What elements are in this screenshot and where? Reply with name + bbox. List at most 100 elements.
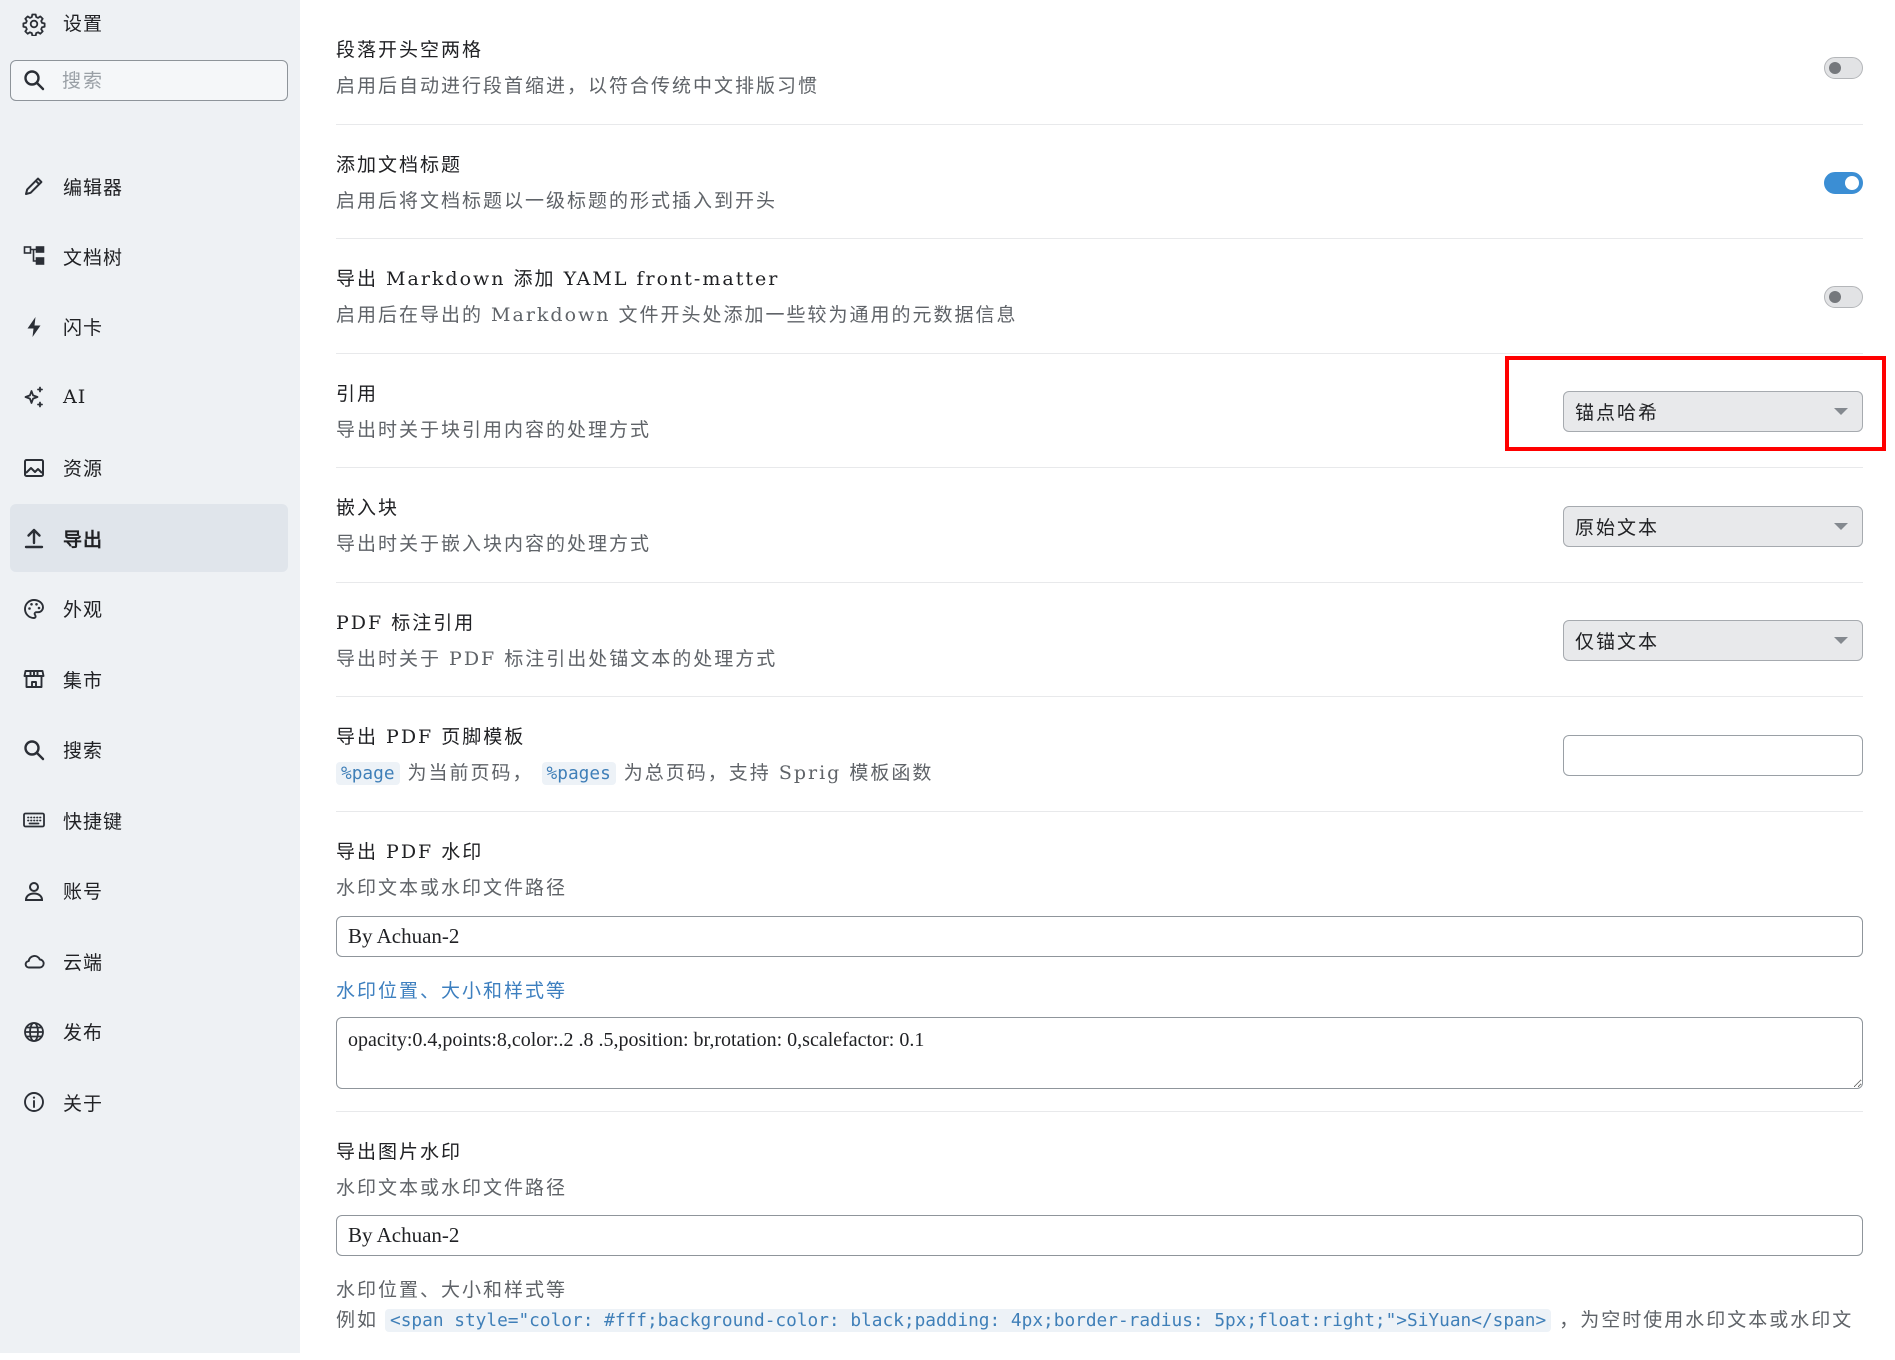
settings-nav: 编辑器 文档树 闪卡 AI 资源 导出 外观 集市 搜索 快捷键 账号 云端 发… [10,152,288,1136]
user-icon [24,881,44,901]
sidebar-item-label: 发布 [63,1022,104,1045]
pdf-watermark-input[interactable] [336,915,1863,957]
setting-title: 导出 PDF 水印 [336,840,484,863]
sparkles-icon [24,387,43,408]
setting-description: 启用后自动进行段首缩进，以符合传统中文排版习惯 [336,75,820,97]
image-icon [24,458,44,477]
sidebar-item-label: 云端 [63,951,104,974]
pencil-icon [25,177,43,195]
chevron-down-icon [1834,408,1848,415]
select-value: 锚点哈希 [1575,402,1660,424]
sidebar-item-label: 编辑器 [63,176,124,199]
sidebar-item-flashcard[interactable]: 闪卡 [10,293,288,361]
setting-description: 导出时关于 PDF 标注引出处锚文本的处理方式 [336,647,778,670]
setting-yaml-front-matter: 导出 Markdown 添加 YAML front-matter 启用后在导出的… [336,239,1863,354]
setting-title: 导出 PDF 页脚模板 [336,726,526,748]
setting-description: %page 为当前页码， %pages 为总页码，支持 Sprig 模板函数 [336,760,933,786]
upload-icon [24,529,44,549]
sidebar-item-label: 外观 [63,599,104,622]
sidebar-item-label: 资源 [63,458,104,481]
image-watermark-input[interactable] [336,1214,1863,1256]
setting-title: 嵌入块 [336,497,400,519]
pdf-annotation-ref-select[interactable]: 仅锚文本 [1563,620,1863,661]
setting-title: PDF 标注引用 [336,611,476,634]
setting-description: 导出时关于块引用内容的处理方式 [336,418,652,441]
add-doc-title-toggle[interactable] [1824,171,1863,194]
sidebar-item-doctree[interactable]: 文档树 [10,222,288,290]
sidebar-item-label: 快捷键 [63,810,124,833]
sidebar-item-keymap[interactable]: 快捷键 [10,786,288,854]
setting-title: 引用 [336,382,379,405]
pdf-watermark-options-label[interactable]: 水印位置、大小和样式等 [336,978,1863,1004]
settings-sidebar: 设置 编辑器 文档树 闪卡 AI 资源 导出 [0,0,300,1353]
setting-block-ref: 引用 导出时关于块引用内容的处理方式 锚点哈希 [336,354,1863,468]
export-settings-panel: 段落开头空两格 启用后自动进行段首缩进，以符合传统中文排版习惯 添加文档标题 启… [336,10,1863,1360]
select-value: 原始文本 [1575,516,1660,539]
setting-description: 水印文本或水印文件路径 [336,876,568,899]
setting-text: 引用 导出时关于块引用内容的处理方式 [336,381,651,443]
setting-embed-block: 嵌入块 导出时关于嵌入块内容的处理方式 原始文本 [336,468,1863,583]
setting-add-doc-title: 添加文档标题 启用后将文档标题以一级标题的形式插入到开头 [336,125,1863,239]
setting-description: 启用后将文档标题以一级标题的形式插入到开头 [336,189,778,212]
sidebar-item-account[interactable]: 账号 [10,857,288,925]
sidebar-item-publish[interactable]: 发布 [10,998,288,1066]
setting-pdf-annotation-ref: PDF 标注引用 导出时关于 PDF 标注引出处锚文本的处理方式 仅锚文本 [336,583,1863,697]
setting-text: PDF 标注引用 导出时关于 PDF 标注引出处锚文本的处理方式 [336,610,777,672]
setting-text: 嵌入块 导出时关于嵌入块内容的处理方式 [336,495,651,557]
example-code: <span style="color: #fff;background-colo… [385,1309,1552,1332]
sidebar-item-label: 闪卡 [63,317,104,340]
setting-text: 导出 PDF 页脚模板 %page 为当前页码， %pages 为总页码，支持 Spr… [336,724,933,786]
description-text: 为当前页码， [407,762,534,784]
gear-icon [22,13,46,36]
sidebar-item-editor[interactable]: 编辑器 [10,152,288,220]
search-input[interactable] [11,61,287,100]
pdf-watermark-options-textarea[interactable]: opacity:0.4,points:8,color:.2 .8 .5,posi… [336,1016,1863,1089]
setting-image-watermark: 导出图片水印 水印文本或水印文件路径 水印位置、大小和样式等 例如 <span s… [336,1112,1863,1360]
example-suffix: ，为空时使用水印文本或水印文 [1559,1309,1854,1331]
setting-description: 导出时关于嵌入块内容的处理方式 [336,533,652,555]
setting-text: 导出 Markdown 添加 YAML front-matter 启用后在导出的… [336,266,1018,328]
store-icon [23,670,45,689]
sidebar-item-label: 搜索 [63,740,104,763]
setting-description: 启用后在导出的 Markdown 文件开头处添加一些较为通用的元数据信息 [336,304,1018,326]
cloud-icon [24,955,45,969]
setting-pdf-watermark: 导出 PDF 水印 水印文本或水印文件路径 水印位置、大小和样式等 opacit… [336,812,1863,1112]
sidebar-item-label: 集市 [63,669,104,692]
description-text: 为总页码，支持 Sprig 模板函数 [623,762,934,784]
globe-icon [24,1021,44,1042]
sidebar-item-bazaar[interactable]: 集市 [10,645,288,713]
sidebar-item-about[interactable]: 关于 [10,1068,288,1136]
search-icon [24,740,45,760]
select-value: 仅锚文本 [1575,631,1660,653]
sidebar-item-label: AI [63,386,87,409]
search-box[interactable] [10,60,288,101]
keyboard-icon [23,812,45,828]
block-ref-select[interactable]: 锚点哈希 [1563,391,1863,432]
yaml-front-matter-toggle[interactable] [1824,286,1863,308]
sidebar-item-appearance[interactable]: 外观 [10,575,288,643]
sidebar-item-label: 导出 [63,528,104,551]
image-watermark-options-label: 水印位置、大小和样式等 [336,1278,568,1301]
pdf-footer-input[interactable] [1563,734,1863,776]
chevron-down-icon [1834,637,1848,644]
embed-block-select[interactable]: 原始文本 [1563,505,1863,547]
setting-title: 导出图片水印 [336,1140,463,1163]
sidebar-item-ai[interactable]: AI [10,363,288,431]
example-prefix: 例如 [336,1309,379,1331]
setting-pdf-footer: 导出 PDF 页脚模板 %page 为当前页码， %pages 为总页码，支持 Spr… [336,697,1863,812]
toggle-knob [1845,175,1859,190]
code-pages: %pages [541,762,616,785]
setting-text: 添加文档标题 启用后将文档标题以一级标题的形式插入到开头 [336,152,777,214]
code-page: %page [336,762,400,785]
toggle-knob [1829,62,1841,74]
sidebar-item-cloud[interactable]: 云端 [10,927,288,995]
settings-title: 设置 [63,13,104,35]
sidebar-item-label: 账号 [63,881,104,904]
setting-description: 水印文本或水印文件路径 [336,1176,568,1199]
sidebar-item-search[interactable]: 搜索 [10,716,288,784]
sidebar-item-assets[interactable]: 资源 [10,434,288,502]
sidebar-item-export[interactable]: 导出 [10,504,288,573]
tree-icon [23,246,45,266]
paragraph-indent-toggle[interactable] [1824,57,1863,79]
setting-title: 添加文档标题 [336,153,463,176]
